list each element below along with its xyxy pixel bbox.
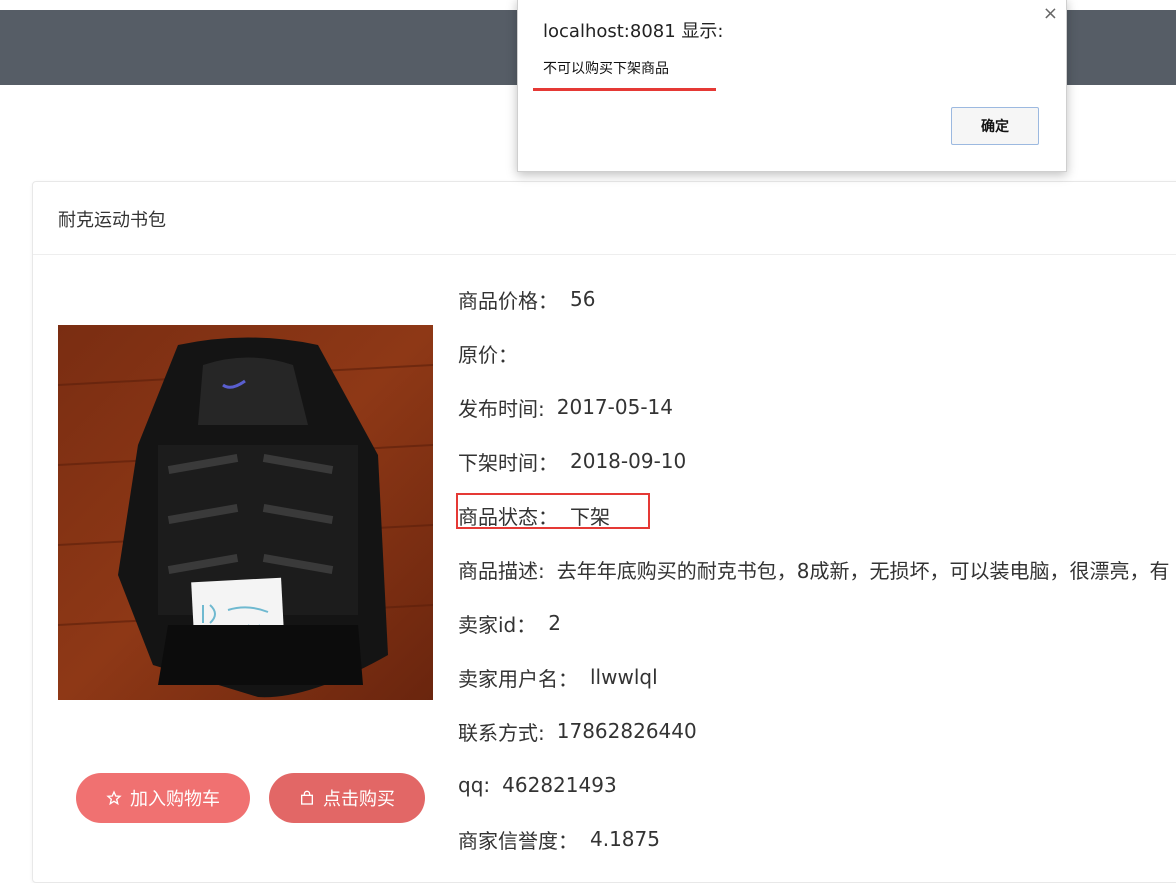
info-label: 原价： — [458, 342, 518, 367]
info-label: 卖家id： — [458, 612, 537, 637]
info-value: 2 — [548, 611, 561, 635]
info-value: 4.1875 — [590, 827, 660, 851]
product-card: 耐克运动书包 加入购物车 点击购买 商品价格： 56 原价： 发布时间: 201… — [32, 181, 1176, 883]
star-outline-icon — [106, 790, 122, 806]
info-value: 462821493 — [502, 773, 617, 797]
close-icon[interactable]: × — [1043, 3, 1058, 24]
info-label: 商品价格： — [458, 288, 558, 313]
message-highlight-underline — [533, 88, 716, 91]
status-highlight-box — [456, 493, 650, 529]
info-row-seller-credit: 商家信誉度： 4.1875 — [458, 812, 1176, 866]
info-value: 56 — [570, 287, 596, 311]
dialog-message: 不可以购买下架商品 — [543, 61, 669, 77]
info-row-description: 商品描述: 去年年底购买的耐克书包，8成新，无损坏，可以装电脑，很漂亮，有 — [458, 542, 1176, 596]
info-label: 商品描述: — [458, 558, 545, 583]
info-label: 联系方式: — [458, 720, 545, 745]
info-row-price: 商品价格： 56 — [458, 272, 1176, 326]
info-row-qq: qq: 462821493 — [458, 758, 1176, 812]
info-label: 卖家用户名： — [458, 666, 578, 691]
info-label: 商家信誉度： — [458, 828, 578, 853]
info-label: qq: — [458, 773, 491, 797]
shopping-bag-icon — [299, 790, 315, 806]
info-label: 下架时间： — [458, 450, 558, 475]
info-value: llwwlql — [590, 665, 658, 689]
info-row-seller-id: 卖家id： 2 — [458, 596, 1176, 650]
add-to-cart-button[interactable]: 加入购物车 — [76, 773, 250, 823]
product-image — [58, 325, 433, 700]
info-row-contact: 联系方式: 17862826440 — [458, 704, 1176, 758]
dialog-ok-button[interactable]: 确定 — [951, 107, 1039, 145]
info-row-offshelf-time: 下架时间： 2018-09-10 — [458, 434, 1176, 488]
info-value: 去年年底购买的耐克书包，8成新，无损坏，可以装电脑，很漂亮，有 — [556, 558, 1170, 583]
product-title: 耐克运动书包 — [33, 182, 1176, 255]
add-to-cart-label: 加入购物车 — [130, 789, 220, 810]
dialog-title: localhost:8081 显示: — [543, 21, 724, 42]
info-row-seller-username: 卖家用户名： llwwlql — [458, 650, 1176, 704]
alert-dialog: localhost:8081 显示: × 不可以购买下架商品 确定 — [517, 0, 1067, 172]
info-value: 17862826440 — [556, 719, 697, 743]
product-info-list: 商品价格： 56 原价： 发布时间: 2017-05-14 下架时间： 2018… — [458, 272, 1176, 866]
info-row-publish-time: 发布时间: 2017-05-14 — [458, 380, 1176, 434]
info-value: 2017-05-14 — [556, 395, 673, 419]
buy-now-label: 点击购买 — [323, 789, 395, 810]
buy-now-button[interactable]: 点击购买 — [269, 773, 425, 823]
info-value: 2018-09-10 — [570, 449, 687, 473]
info-row-original-price: 原价： — [458, 326, 1176, 380]
info-label: 发布时间: — [458, 396, 545, 421]
